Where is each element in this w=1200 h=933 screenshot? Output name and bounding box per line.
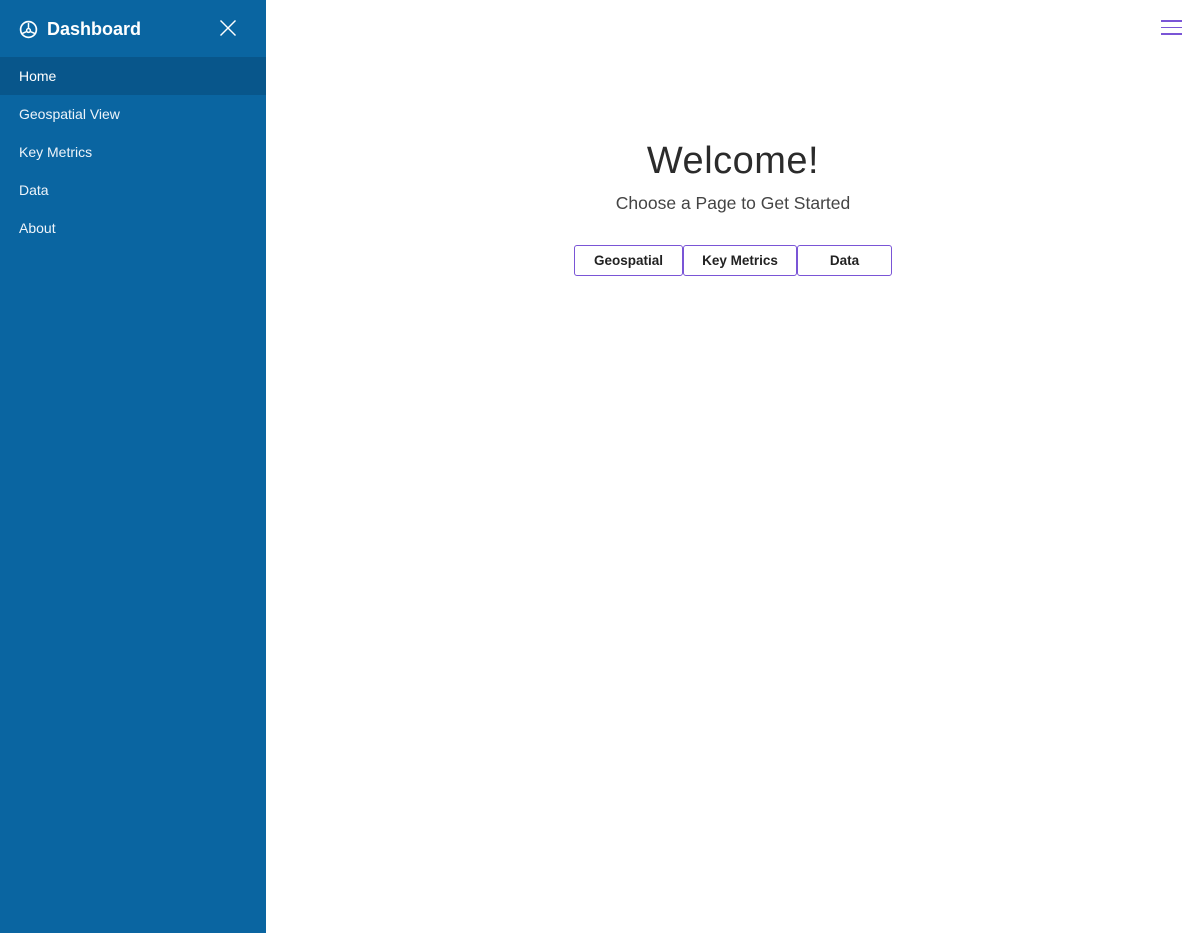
welcome-section: Welcome! Choose a Page to Get Started (266, 137, 1200, 215)
sidebar-item-home[interactable]: Home (0, 57, 266, 95)
app-root: Dashboard Home Geospatial View Key Metri… (0, 0, 1200, 933)
sidebar-nav: Home Geospatial View Key Metrics Data Ab… (0, 57, 266, 247)
data-button[interactable]: Data (797, 245, 892, 276)
dashboard-gauge-icon (19, 20, 38, 39)
sidebar-item-geospatial-view[interactable]: Geospatial View (0, 95, 266, 133)
geospatial-button[interactable]: Geospatial (574, 245, 683, 276)
sidebar-item-key-metrics[interactable]: Key Metrics (0, 133, 266, 171)
sidebar-header: Dashboard (0, 0, 266, 57)
key-metrics-button[interactable]: Key Metrics (683, 245, 797, 276)
sidebar: Dashboard Home Geospatial View Key Metri… (0, 0, 266, 933)
page-title: Welcome! (646, 140, 820, 182)
hamburger-menu-icon (1161, 20, 1182, 35)
sidebar-title: Dashboard (47, 19, 142, 39)
sidebar-item-about[interactable]: About (0, 209, 266, 247)
brand: Dashboard (19, 18, 141, 40)
page-button-group: Geospatial Key Metrics Data (574, 245, 892, 276)
page-subtitle: Choose a Page to Get Started (615, 193, 851, 213)
sidebar-item-data[interactable]: Data (0, 171, 266, 209)
menu-button[interactable] (1161, 20, 1182, 37)
close-sidebar-button[interactable] (218, 18, 238, 38)
close-icon (218, 20, 238, 42)
